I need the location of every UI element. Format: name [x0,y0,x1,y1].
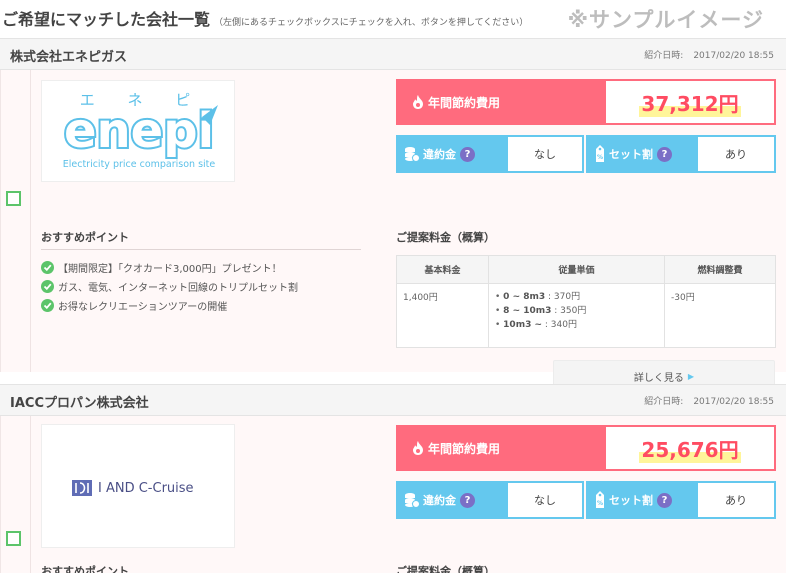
col-fuel-adjustment: 燃料調整費 [664,255,776,284]
set-discount-help-icon[interactable]: ? [657,492,672,508]
annual-saving-text: 年間節約費用 [428,441,501,456]
company-select-checkbox[interactable] [6,531,21,546]
coins-icon [405,493,420,508]
view-details-label: 詳しく見る [633,372,684,384]
company-header: IACCプロパン株式会社 紹介日時: 2017/02/20 18:55 [0,384,786,416]
page-title: ご希望にマッチした会社一覧 （左側にあるチェックボックスにチェックを入れ、ボタンを… [2,6,528,30]
intro-date-value: 2017/02/20 18:55 [693,51,774,61]
set-discount-option: % セット割 ? あり [586,481,776,519]
check-circle-icon [41,299,54,312]
base-fee-cell: 1,400円 [396,283,489,348]
unit-price-item: • 8 ~ 10m3 : 350円 [495,306,587,316]
annual-saving-amount: 25,676円 [606,427,774,469]
annual-saving-text: 年間節約費用 [428,95,501,110]
flame-icon [413,441,423,455]
sample-image-label: ※サンプルイメージ [567,8,764,32]
col-base-fee: 基本料金 [396,255,489,284]
annual-saving-value: 37,312円 [639,87,741,117]
proposed-fee-title: ご提案料金（概算） [396,565,495,573]
table-row: 1,400円 • 0 ~ 8m3 : 370円 • 8 ~ 10m3 : 350… [396,283,776,348]
recommend-point: 【期間限定】「クオカード3,000円」プレゼント！ [41,258,298,277]
company-body: I AND C-Cruise 年間節約費用 25,676円 違約金 ? なし %… [0,416,786,573]
recommend-point: ガス、電気、インターネット回線のトリプルセット割 [41,277,298,296]
annual-saving-bar: 年間節約費用 37,312円 [396,79,776,125]
company-body: エ ネ ピ enepi Electricity price comparison… [0,70,786,392]
company-logo: I AND C-Cruise [41,424,235,548]
flame-icon [413,95,423,109]
penalty-value: なし [534,494,556,507]
company-card: 株式会社エネピガス 紹介日時: 2017/02/20 18:55 エ ネ ピ en… [0,38,786,392]
penalty-help-icon[interactable]: ? [460,492,475,508]
recommend-point: お得なレクリエーションツアーの開催 [41,296,298,315]
annual-saving-bar: 年間節約費用 25,676円 [396,425,776,471]
company-select-checkbox[interactable] [6,191,21,206]
company-logo: エ ネ ピ enepi Electricity price comparison… [41,80,235,182]
logo-word: enepi [64,103,214,159]
recommend-points-title: おすすめポイント [41,229,361,250]
check-circle-icon [41,261,54,274]
table-header-row: 基本料金 従量単価 燃料調整費 [396,255,776,284]
recommend-point-text: ガス、電気、インターネット回線のトリプルセット割 [58,283,298,294]
penalty-label-text: 違約金 [423,494,456,507]
set-discount-value: あり [725,148,747,161]
page-instructions: （左側にあるチェックボックスにチェックを入れ、ボタンを押してください） [214,18,529,28]
svg-text:%: % [597,154,603,161]
iandc-logo: I AND C-Cruise [72,480,194,496]
company-name: IACCプロパン株式会社 [10,396,149,411]
arrow-right-icon: ▶ [687,371,695,381]
svg-text:%: % [597,500,603,507]
intro-datetime: 紹介日時: 2017/02/20 18:55 [644,48,774,61]
penalty-option: 違約金 ? なし [396,481,584,519]
iandc-logo-text: I AND C-Cruise [98,480,194,496]
intro-date-value: 2017/02/20 18:55 [693,397,774,407]
set-discount-help-icon[interactable]: ? [657,146,672,162]
penalty-help-icon[interactable]: ? [460,146,475,162]
enepi-logo: エ ネ ピ enepi Electricity price comparison… [62,91,218,170]
unit-price-item: • 10m3 ~ : 340円 [495,320,577,330]
logo-tagline: Electricity price comparison site [63,159,216,170]
set-discount-label: % セット割 ? [588,137,698,171]
fuel-adjustment-cell: -30円 [664,283,776,348]
set-discount-label-text: セット割 [609,148,653,161]
col-unit-price: 従量単価 [488,255,665,284]
page-header: ご希望にマッチした会社一覧 （左側にあるチェックボックスにチェックを入れ、ボタンを… [0,0,786,36]
penalty-label: 違約金 ? [398,483,508,517]
company-name: 株式会社エネピガス [10,50,128,65]
company-card: IACCプロパン株式会社 紹介日時: 2017/02/20 18:55 I AND… [0,384,786,573]
set-discount-value: あり [725,494,747,507]
penalty-option: 違約金 ? なし [396,135,584,173]
penalty-label: 違約金 ? [398,137,508,171]
penalty-value: なし [534,148,556,161]
proposed-fee-title: ご提案料金（概算） [396,231,495,244]
contract-options: 違約金 ? なし % セット割 ? あり [396,135,776,173]
penalty-label-text: 違約金 [423,148,456,161]
set-discount-label: % セット割 ? [588,483,698,517]
contract-options: 違約金 ? なし % セット割 ? あり [396,481,776,519]
intro-date-label: 紹介日時: [644,397,684,407]
annual-saving-label: 年間節約費用 [398,81,606,123]
recommend-points-list: 【期間限定】「クオカード3,000円」プレゼント！ ガス、電気、インターネット回… [41,258,298,315]
annual-saving-value: 25,676円 [639,433,741,463]
intro-datetime: 紹介日時: 2017/02/20 18:55 [644,394,774,407]
annual-saving-label: 年間節約費用 [398,427,606,469]
proposed-fee-table: 基本料金 従量単価 燃料調整費 1,400円 • 0 ~ 8m3 : 370円 … [396,255,776,348]
company-header: 株式会社エネピガス 紹介日時: 2017/02/20 18:55 [0,38,786,70]
recommend-points-title: おすすめポイント [41,563,361,573]
annual-saving-amount: 37,312円 [606,81,774,123]
select-column [1,416,31,573]
page-title-text: ご希望にマッチした会社一覧 [2,10,211,29]
coins-icon [405,147,420,162]
unit-price-item: • 0 ~ 8m3 : 370円 [495,292,581,302]
unit-price-cell: • 0 ~ 8m3 : 370円 • 8 ~ 10m3 : 350円 • 10m… [488,283,665,348]
recommend-point-text: お得なレクリエーションツアーの開催 [58,302,228,313]
set-discount-label-text: セット割 [609,494,653,507]
check-circle-icon [41,280,54,293]
select-column [1,70,31,372]
intro-date-label: 紹介日時: [644,51,684,61]
set-discount-option: % セット割 ? あり [586,135,776,173]
recommend-point-text: 【期間限定】「クオカード3,000円」プレゼント！ [58,264,282,275]
price-tag-icon: % [596,145,604,162]
price-tag-icon: % [596,491,604,508]
iandc-logo-mark [72,480,92,496]
